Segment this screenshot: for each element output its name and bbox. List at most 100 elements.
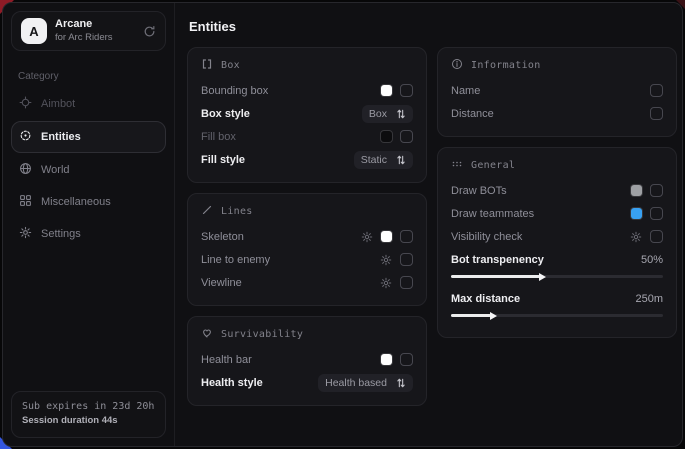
- checkbox[interactable]: [400, 253, 413, 266]
- gear-icon: [19, 226, 32, 242]
- setting-row: Distance: [451, 102, 663, 125]
- sidebar-item-label: Miscellaneous: [41, 196, 111, 208]
- sidebar-item-world[interactable]: World: [11, 155, 166, 185]
- globe-icon: [19, 162, 32, 178]
- card-title: Box: [221, 60, 240, 71]
- card-title: Survivability: [221, 329, 303, 340]
- setting-label: Max distance: [451, 293, 520, 305]
- setting-label: Bot transpenency: [451, 254, 544, 266]
- checkbox[interactable]: [650, 84, 663, 97]
- subscription-status-card: Sub expires in 23d 20h Session duration …: [11, 391, 166, 438]
- checkbox[interactable]: [400, 353, 413, 366]
- setting-row: Fill box: [201, 125, 413, 148]
- setting-label: Box style: [201, 108, 250, 120]
- page-title: Entities: [189, 19, 677, 34]
- checkbox[interactable]: [400, 84, 413, 97]
- slider-value: 50%: [641, 254, 663, 266]
- info-icon: [451, 58, 463, 73]
- setting-row: Box style Box: [201, 102, 413, 125]
- card-survivability: Survivability Health bar Health style He…: [187, 316, 427, 406]
- sidebar-item-settings[interactable]: Settings: [11, 219, 166, 249]
- setting-label: Distance: [451, 108, 494, 120]
- setting-row: Fill style Static: [201, 148, 413, 171]
- setting-row: Bot transpenency 50%: [451, 248, 663, 271]
- setting-label: Name: [451, 85, 480, 97]
- dropdown[interactable]: Static: [354, 151, 413, 169]
- color-swatch[interactable]: [381, 131, 392, 142]
- setting-label: Line to enemy: [201, 254, 270, 266]
- checkbox[interactable]: [650, 184, 663, 197]
- sidebar-item-entities[interactable]: Entities: [11, 121, 166, 153]
- setting-label: Viewline: [201, 277, 242, 289]
- setting-label: Bounding box: [201, 85, 268, 97]
- grid-icon: [19, 194, 32, 210]
- checkbox[interactable]: [400, 230, 413, 243]
- sync-icon[interactable]: [143, 25, 156, 38]
- setting-row: Name: [451, 79, 663, 102]
- dropdown[interactable]: Health based: [318, 374, 413, 392]
- setting-label: Health style: [201, 377, 263, 389]
- max-distance-slider[interactable]: [451, 311, 663, 320]
- color-swatch[interactable]: [381, 85, 392, 96]
- dots-grid-icon: [451, 158, 463, 173]
- category-label: Category: [18, 71, 174, 82]
- chevron-up-down-icon: [396, 155, 406, 165]
- card-title: General: [471, 160, 515, 171]
- setting-row: Visibility check: [451, 225, 663, 248]
- slider-thumb[interactable]: [539, 273, 546, 281]
- sidebar-item-label: Settings: [41, 228, 81, 240]
- app-title: Arcane: [55, 18, 113, 32]
- setting-row: Health bar: [201, 348, 413, 371]
- card-lines: Lines Skeleton: [187, 193, 427, 306]
- setting-row: Skeleton: [201, 225, 413, 248]
- dropdown-value: Static: [361, 154, 387, 166]
- avatar: A: [21, 18, 47, 44]
- checkbox[interactable]: [400, 130, 413, 143]
- setting-row: Draw teammates: [451, 202, 663, 225]
- sidebar-item-miscellaneous[interactable]: Miscellaneous: [11, 187, 166, 217]
- card-title: Lines: [221, 206, 253, 217]
- slider-fill: [451, 275, 540, 278]
- checkbox[interactable]: [650, 107, 663, 120]
- slider-fill: [451, 314, 491, 317]
- color-swatch[interactable]: [381, 354, 392, 365]
- dropdown[interactable]: Box: [362, 105, 413, 123]
- gear-icon[interactable]: [380, 277, 392, 289]
- slider-thumb[interactable]: [490, 312, 497, 320]
- sidebar-item-label: World: [41, 164, 70, 176]
- setting-label: Fill style: [201, 154, 245, 166]
- card-information: Information Name Distance: [437, 47, 677, 137]
- setting-label: Fill box: [201, 131, 236, 143]
- setting-label: Skeleton: [201, 231, 244, 243]
- color-swatch[interactable]: [381, 231, 392, 242]
- setting-label: Draw teammates: [451, 208, 534, 220]
- right-column: Information Name Distance: [437, 47, 677, 338]
- card-general: General Draw BOTs Draw teammates: [437, 147, 677, 338]
- sidebar: A Arcane for Arc Riders Category Aimbot: [3, 3, 175, 446]
- main-panel: Entities Box Bounding box: [175, 3, 683, 446]
- checkbox[interactable]: [650, 230, 663, 243]
- session-duration-text: Session duration 44s: [22, 414, 155, 429]
- color-swatch[interactable]: [631, 185, 642, 196]
- setting-label: Health bar: [201, 354, 252, 366]
- brand-card: A Arcane for Arc Riders: [11, 11, 166, 51]
- app-window: A Arcane for Arc Riders Category Aimbot: [2, 2, 683, 447]
- card-title: Information: [471, 60, 541, 71]
- color-swatch[interactable]: [631, 208, 642, 219]
- chevron-up-down-icon: [396, 109, 406, 119]
- checkbox[interactable]: [650, 207, 663, 220]
- gear-icon[interactable]: [630, 231, 642, 243]
- checkbox[interactable]: [400, 276, 413, 289]
- gear-icon[interactable]: [380, 254, 392, 266]
- setting-row: Viewline: [201, 271, 413, 294]
- gear-icon[interactable]: [361, 231, 373, 243]
- sidebar-item-aimbot[interactable]: Aimbot: [11, 89, 166, 119]
- sidebar-item-label: Entities: [41, 131, 81, 143]
- heart-icon: [201, 327, 213, 342]
- bot-transparency-slider[interactable]: [451, 272, 663, 281]
- entities-icon: [19, 129, 32, 145]
- left-column: Box Bounding box Box style Box: [187, 47, 427, 406]
- chevron-up-down-icon: [396, 378, 406, 388]
- setting-row: Line to enemy: [201, 248, 413, 271]
- setting-label: Visibility check: [451, 231, 522, 243]
